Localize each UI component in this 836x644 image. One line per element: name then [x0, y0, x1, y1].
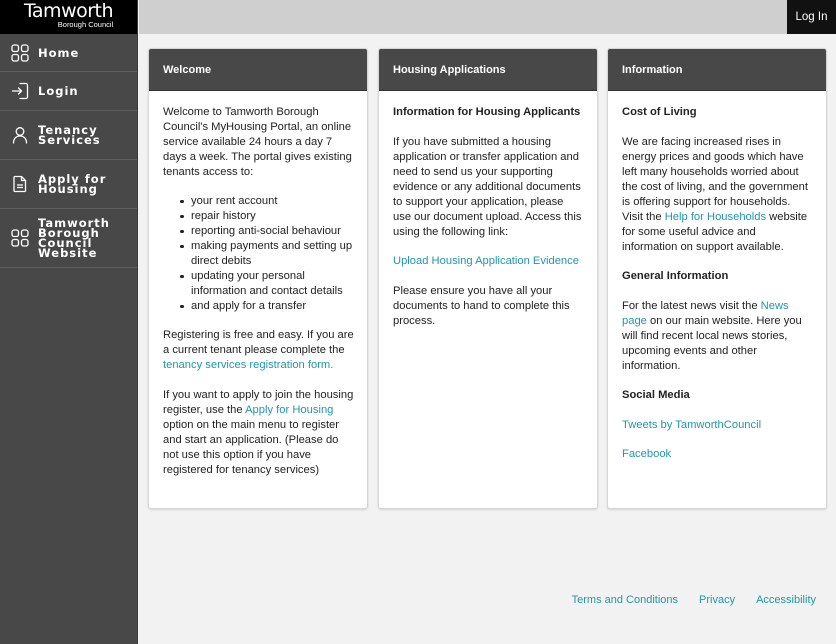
tenancy-registration-link[interactable]: tenancy services registration form.: [163, 359, 333, 371]
apply-for-housing-link[interactable]: Apply for Housing: [245, 404, 333, 416]
list-item: repair history: [180, 209, 354, 224]
accessibility-link[interactable]: Accessibility: [756, 594, 816, 606]
grid-icon: [10, 228, 30, 248]
gen-text: For the latest news visit the: [622, 299, 761, 312]
housing-closing: Please ensure you have all your document…: [393, 284, 570, 327]
sidebar-item-login[interactable]: Login: [0, 72, 137, 111]
housing-applications-card: Housing Applications Information for Hou…: [378, 48, 598, 509]
twitter-link[interactable]: Tweets by TamworthCouncil: [622, 419, 761, 431]
sidebar-item-label: Tenancy Services: [38, 123, 101, 147]
logo-subtitle: Borough Council: [57, 20, 114, 29]
sidebar-item-apply-for-housing[interactable]: Apply for Housing: [0, 160, 137, 209]
general-info-text: For the latest news visit the News page …: [622, 299, 813, 374]
welcome-card: Welcome Welcome to Tamworth Borough Coun…: [148, 48, 368, 509]
card-title: Information: [608, 49, 826, 91]
sidebar-item-tenancy-services[interactable]: Tenancy Services: [0, 111, 137, 160]
list-item: your rent account: [180, 194, 354, 209]
col-text: We are facing increased rises in energy …: [622, 135, 808, 223]
register-text: Registering is free and easy. If you are…: [163, 329, 354, 356]
apply-paragraph: If you want to apply to join the housing…: [163, 388, 354, 478]
help-for-households-link[interactable]: Help for Households: [665, 211, 766, 223]
sidebar-item-label: Home: [38, 45, 80, 60]
council-logo[interactable]: Tamworth Borough Council: [0, 0, 137, 34]
document-icon: [10, 174, 30, 194]
login-arrow-icon: [10, 81, 30, 101]
sidebar-item-label: Tamworth Borough Council Website: [38, 216, 110, 260]
welcome-intro: Welcome to Tamworth Borough Council's My…: [163, 106, 352, 178]
terms-link[interactable]: Terms and Conditions: [572, 594, 678, 606]
sidebar-item-label: Apply for Housing: [38, 172, 107, 196]
privacy-link[interactable]: Privacy: [699, 594, 735, 606]
sidebar-item-home[interactable]: Home: [0, 34, 137, 72]
footer: Terms and Conditions Privacy Accessibili…: [572, 594, 816, 606]
login-button[interactable]: Log In: [787, 0, 836, 34]
list-item: and apply for a transfer: [180, 299, 354, 314]
social-media-heading: Social Media: [622, 389, 690, 401]
list-item: updating your personal information and c…: [180, 269, 354, 299]
sidebar-item-council-website[interactable]: Tamworth Borough Council Website: [0, 209, 137, 268]
top-bar: Log In: [139, 0, 836, 34]
sidebar-item-label: Login: [38, 84, 79, 98]
register-paragraph: Registering is free and easy. If you are…: [163, 328, 354, 373]
logo-title: Tamworth: [23, 0, 114, 22]
general-info-heading: General Information: [622, 270, 729, 282]
card-title: Welcome: [149, 49, 367, 91]
cost-of-living-heading: Cost of Living: [622, 106, 697, 118]
card-title: Housing Applications: [379, 49, 597, 91]
housing-subtitle: Information for Housing Applicants: [393, 106, 581, 118]
housing-body: If you have submitted a housing applicat…: [393, 135, 582, 238]
information-card: Information Cost of Living We are facing…: [607, 48, 827, 509]
sidebar: Tamworth Borough Council Home Login Tena…: [0, 0, 138, 644]
features-list: your rent account repair history reporti…: [180, 194, 354, 314]
cost-of-living-text: We are facing increased rises in energy …: [622, 135, 813, 255]
grid-icon: [10, 43, 30, 63]
list-item: reporting anti-social behaviour: [180, 224, 354, 239]
apply-text-post: option on the main menu to register and …: [163, 418, 339, 476]
upload-evidence-link[interactable]: Upload Housing Application Evidence: [393, 255, 579, 267]
user-icon: [10, 125, 30, 145]
list-item: making payments and setting up direct de…: [180, 239, 353, 267]
facebook-link[interactable]: Facebook: [622, 448, 671, 460]
gen-text-post: on our main website. Here you will find …: [622, 314, 802, 372]
